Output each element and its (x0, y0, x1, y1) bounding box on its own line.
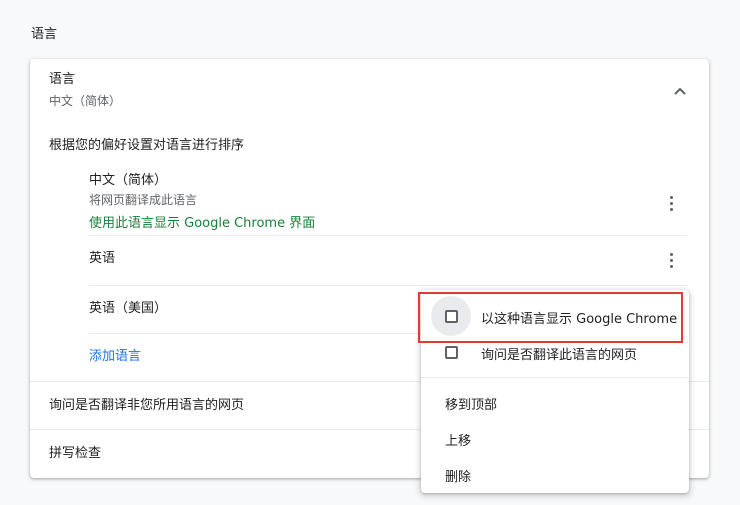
language-name-en: 英语 (89, 251, 116, 266)
language-note-zh: 将网页翻译成此语言 (89, 193, 198, 207)
divider (89, 285, 687, 286)
spellcheck-row[interactable]: 拼写检查 (49, 445, 101, 463)
language-name-en-us: 英语（美国） (89, 301, 168, 316)
languages-header-value: 中文（简体） (49, 94, 122, 108)
order-heading: 根据您的偏好设置对语言进行排序 (49, 138, 245, 153)
offer-translate-label: 询问是否翻译非您所用语言的网页 (49, 398, 245, 413)
more-vert-icon[interactable] (663, 251, 679, 269)
move-to-top-label: 移到顶部 (445, 398, 498, 413)
checkbox-unchecked-icon[interactable] (445, 346, 458, 359)
remove-item[interactable]: 删除 (421, 458, 689, 492)
section-title: 语言 (31, 27, 58, 42)
display-in-language-label: 以这种语言显示 Google Chrome (481, 312, 678, 327)
move-up-label: 上移 (445, 434, 472, 449)
offer-translate-language-label: 询问是否翻译此语言的网页 (481, 348, 638, 363)
language-ui-note-zh: 使用此语言显示 Google Chrome 界面 (89, 216, 316, 231)
menu-divider (421, 377, 689, 378)
move-up-item[interactable]: 上移 (421, 422, 689, 456)
remove-label: 删除 (445, 470, 472, 485)
add-language-link[interactable]: 添加语言 (89, 348, 141, 366)
language-name-zh: 中文（简体） (89, 173, 168, 188)
divider (89, 235, 687, 236)
checkbox-unchecked-icon[interactable] (445, 310, 458, 323)
chevron-up-icon[interactable] (673, 86, 687, 96)
offer-translate-language-option[interactable]: 询问是否翻译此语言的网页 (421, 336, 689, 372)
languages-header-title: 语言 (49, 72, 76, 87)
more-vert-icon[interactable] (663, 194, 679, 212)
display-in-language-option[interactable]: 以这种语言显示 Google Chrome (421, 296, 689, 336)
language-context-menu: 以这种语言显示 Google Chrome 询问是否翻译此语言的网页 移到顶部 … (421, 290, 689, 493)
move-to-top-item[interactable]: 移到顶部 (421, 386, 689, 420)
